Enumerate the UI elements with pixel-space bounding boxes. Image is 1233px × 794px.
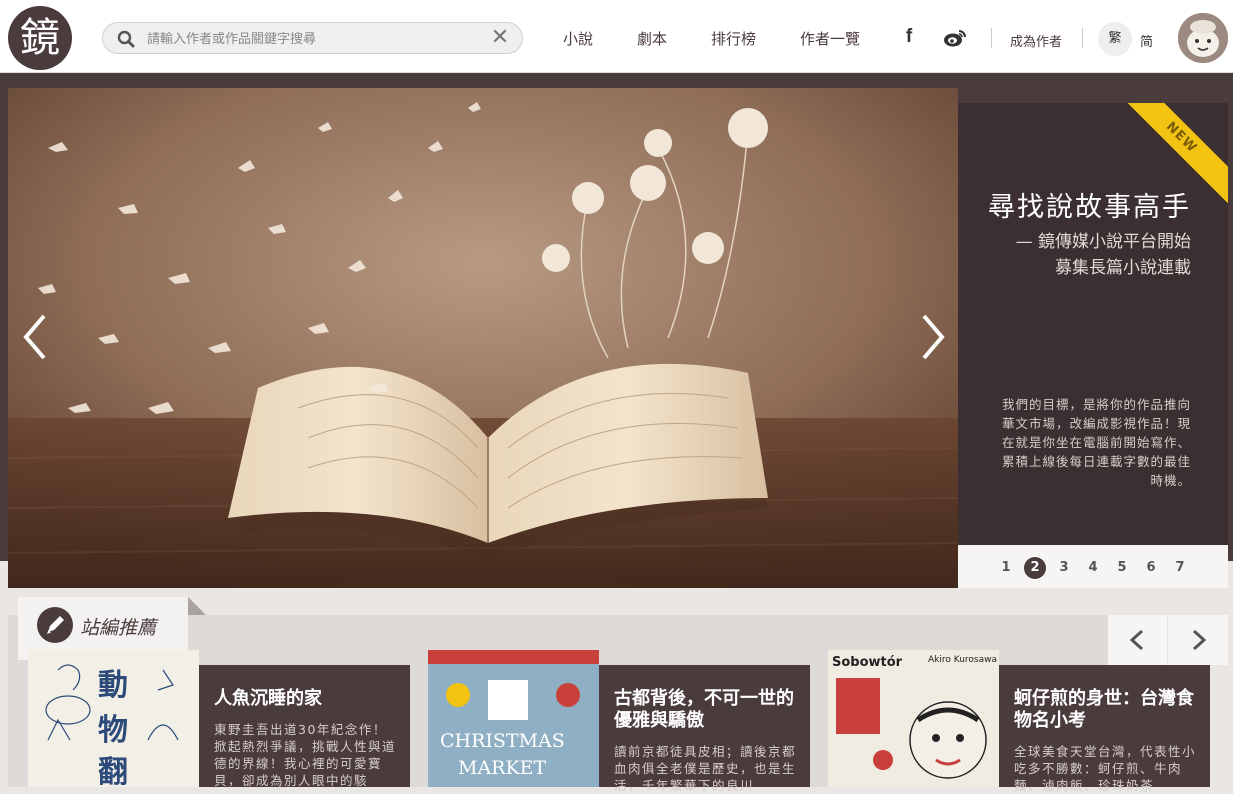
card-description: 讀前京都徒具皮相；讀後京都血肉俱全老僕是歷史，也是生活，千年繁華下的良川: [614, 744, 797, 793]
site-header: 鏡 ✕ 小說 劇本 排行榜 作者一覽 f 成為作者 繁 简: [0, 0, 1233, 73]
book-cover[interactable]: 動 物 翻: [28, 650, 199, 787]
user-avatar[interactable]: [1178, 13, 1228, 63]
slider-pagination: 1 2 3 4 5 6 7: [958, 545, 1228, 588]
page-dot[interactable]: 3: [1053, 557, 1075, 579]
page-dot-active[interactable]: 2: [1024, 557, 1046, 579]
become-author-link[interactable]: 成為作者: [1010, 31, 1062, 50]
nav-novel[interactable]: 小說: [563, 28, 593, 49]
svg-text:MARKET: MARKET: [458, 757, 547, 779]
clear-search-icon[interactable]: ✕: [490, 27, 510, 49]
slider-prev-icon[interactable]: [20, 312, 50, 362]
book-cover[interactable]: Sobowtór Akiro Kurosawa: [828, 650, 999, 787]
page-dot[interactable]: 6: [1140, 557, 1162, 579]
recommend-card[interactable]: 動 物 翻 人魚沉睡的家 東野圭吾出道30年紀念作！掀起熱烈爭議，挑戰人性與道德…: [28, 650, 410, 788]
facebook-icon[interactable]: f: [900, 26, 918, 48]
svg-text:Akiro Kurosawa: Akiro Kurosawa: [928, 655, 997, 665]
page-dot[interactable]: 5: [1111, 557, 1133, 579]
hero-slide-image[interactable]: [8, 88, 958, 588]
page-dot[interactable]: 7: [1169, 557, 1191, 579]
recommend-card[interactable]: CHRISTMAS MARKET 古都背後，不可一世的優雅與驕傲 讀前京都徒具皮…: [428, 650, 810, 793]
lang-simplified-button[interactable]: 简: [1140, 31, 1153, 50]
nav-ranking[interactable]: 排行榜: [711, 28, 756, 49]
nav-script[interactable]: 劇本: [637, 28, 667, 49]
hero-info-panel: NEW 尋找說故事高手 — 鏡傳媒小說平台開始 募集長篇小說連載 我們的目標，是…: [958, 103, 1228, 545]
weibo-icon[interactable]: [943, 28, 967, 48]
page-dot[interactable]: 1: [995, 557, 1017, 579]
search-bar: ✕: [102, 22, 523, 54]
slider-next-icon[interactable]: [918, 312, 948, 362]
book-cover[interactable]: CHRISTMAS MARKET: [428, 650, 599, 787]
hero-subtitle: — 鏡傳媒小說平台開始: [1015, 232, 1191, 252]
search-input[interactable]: [147, 29, 477, 49]
card-title[interactable]: 古都背後，不可一世的優雅與驕傲: [614, 688, 799, 732]
svg-text:翻: 翻: [98, 755, 128, 787]
hero-description: 我們的目標，是將你的作品推向華文市場，改編成影視作品！現在就是你坐在電腦前開始寫…: [1001, 397, 1191, 488]
card-title[interactable]: 蚵仔煎的身世：台灣食物名小考: [1014, 688, 1199, 732]
header-divider: [991, 28, 992, 48]
page-dot[interactable]: 4: [1082, 557, 1104, 579]
lang-traditional-button[interactable]: 繁: [1098, 22, 1132, 56]
hero-title[interactable]: 尋找說故事高手: [988, 185, 1191, 224]
site-logo[interactable]: 鏡: [8, 6, 72, 70]
card-description: 東野圭吾出道30年紀念作！掀起熱烈爭議，挑戰人性與道德的界線！我心裡的可愛寶貝，…: [214, 722, 397, 788]
pencil-icon: [37, 607, 73, 643]
svg-text:物: 物: [98, 713, 128, 748]
recommend-card[interactable]: Sobowtór Akiro Kurosawa 蚵仔煎的身世：台灣食物名小考 全…: [828, 650, 1210, 793]
search-icon[interactable]: [117, 30, 135, 48]
card-title[interactable]: 人魚沉睡的家: [214, 688, 399, 710]
svg-text:Sobowtór: Sobowtór: [832, 655, 903, 670]
tab-fold: [188, 597, 206, 615]
svg-text:動: 動: [98, 668, 128, 703]
nav-authors[interactable]: 作者一覽: [800, 28, 860, 49]
recommend-label: 站編推薦: [80, 617, 157, 639]
card-description: 全球美食天堂台灣，代表性小吃多不勝數：蚵仔煎、牛肉麵、滷肉飯、珍珠奶茶: [1014, 744, 1197, 793]
svg-text:CHRISTMAS: CHRISTMAS: [440, 730, 565, 752]
hero-subtitle: 募集長篇小說連載: [1055, 258, 1191, 278]
header-divider: [1082, 28, 1083, 48]
